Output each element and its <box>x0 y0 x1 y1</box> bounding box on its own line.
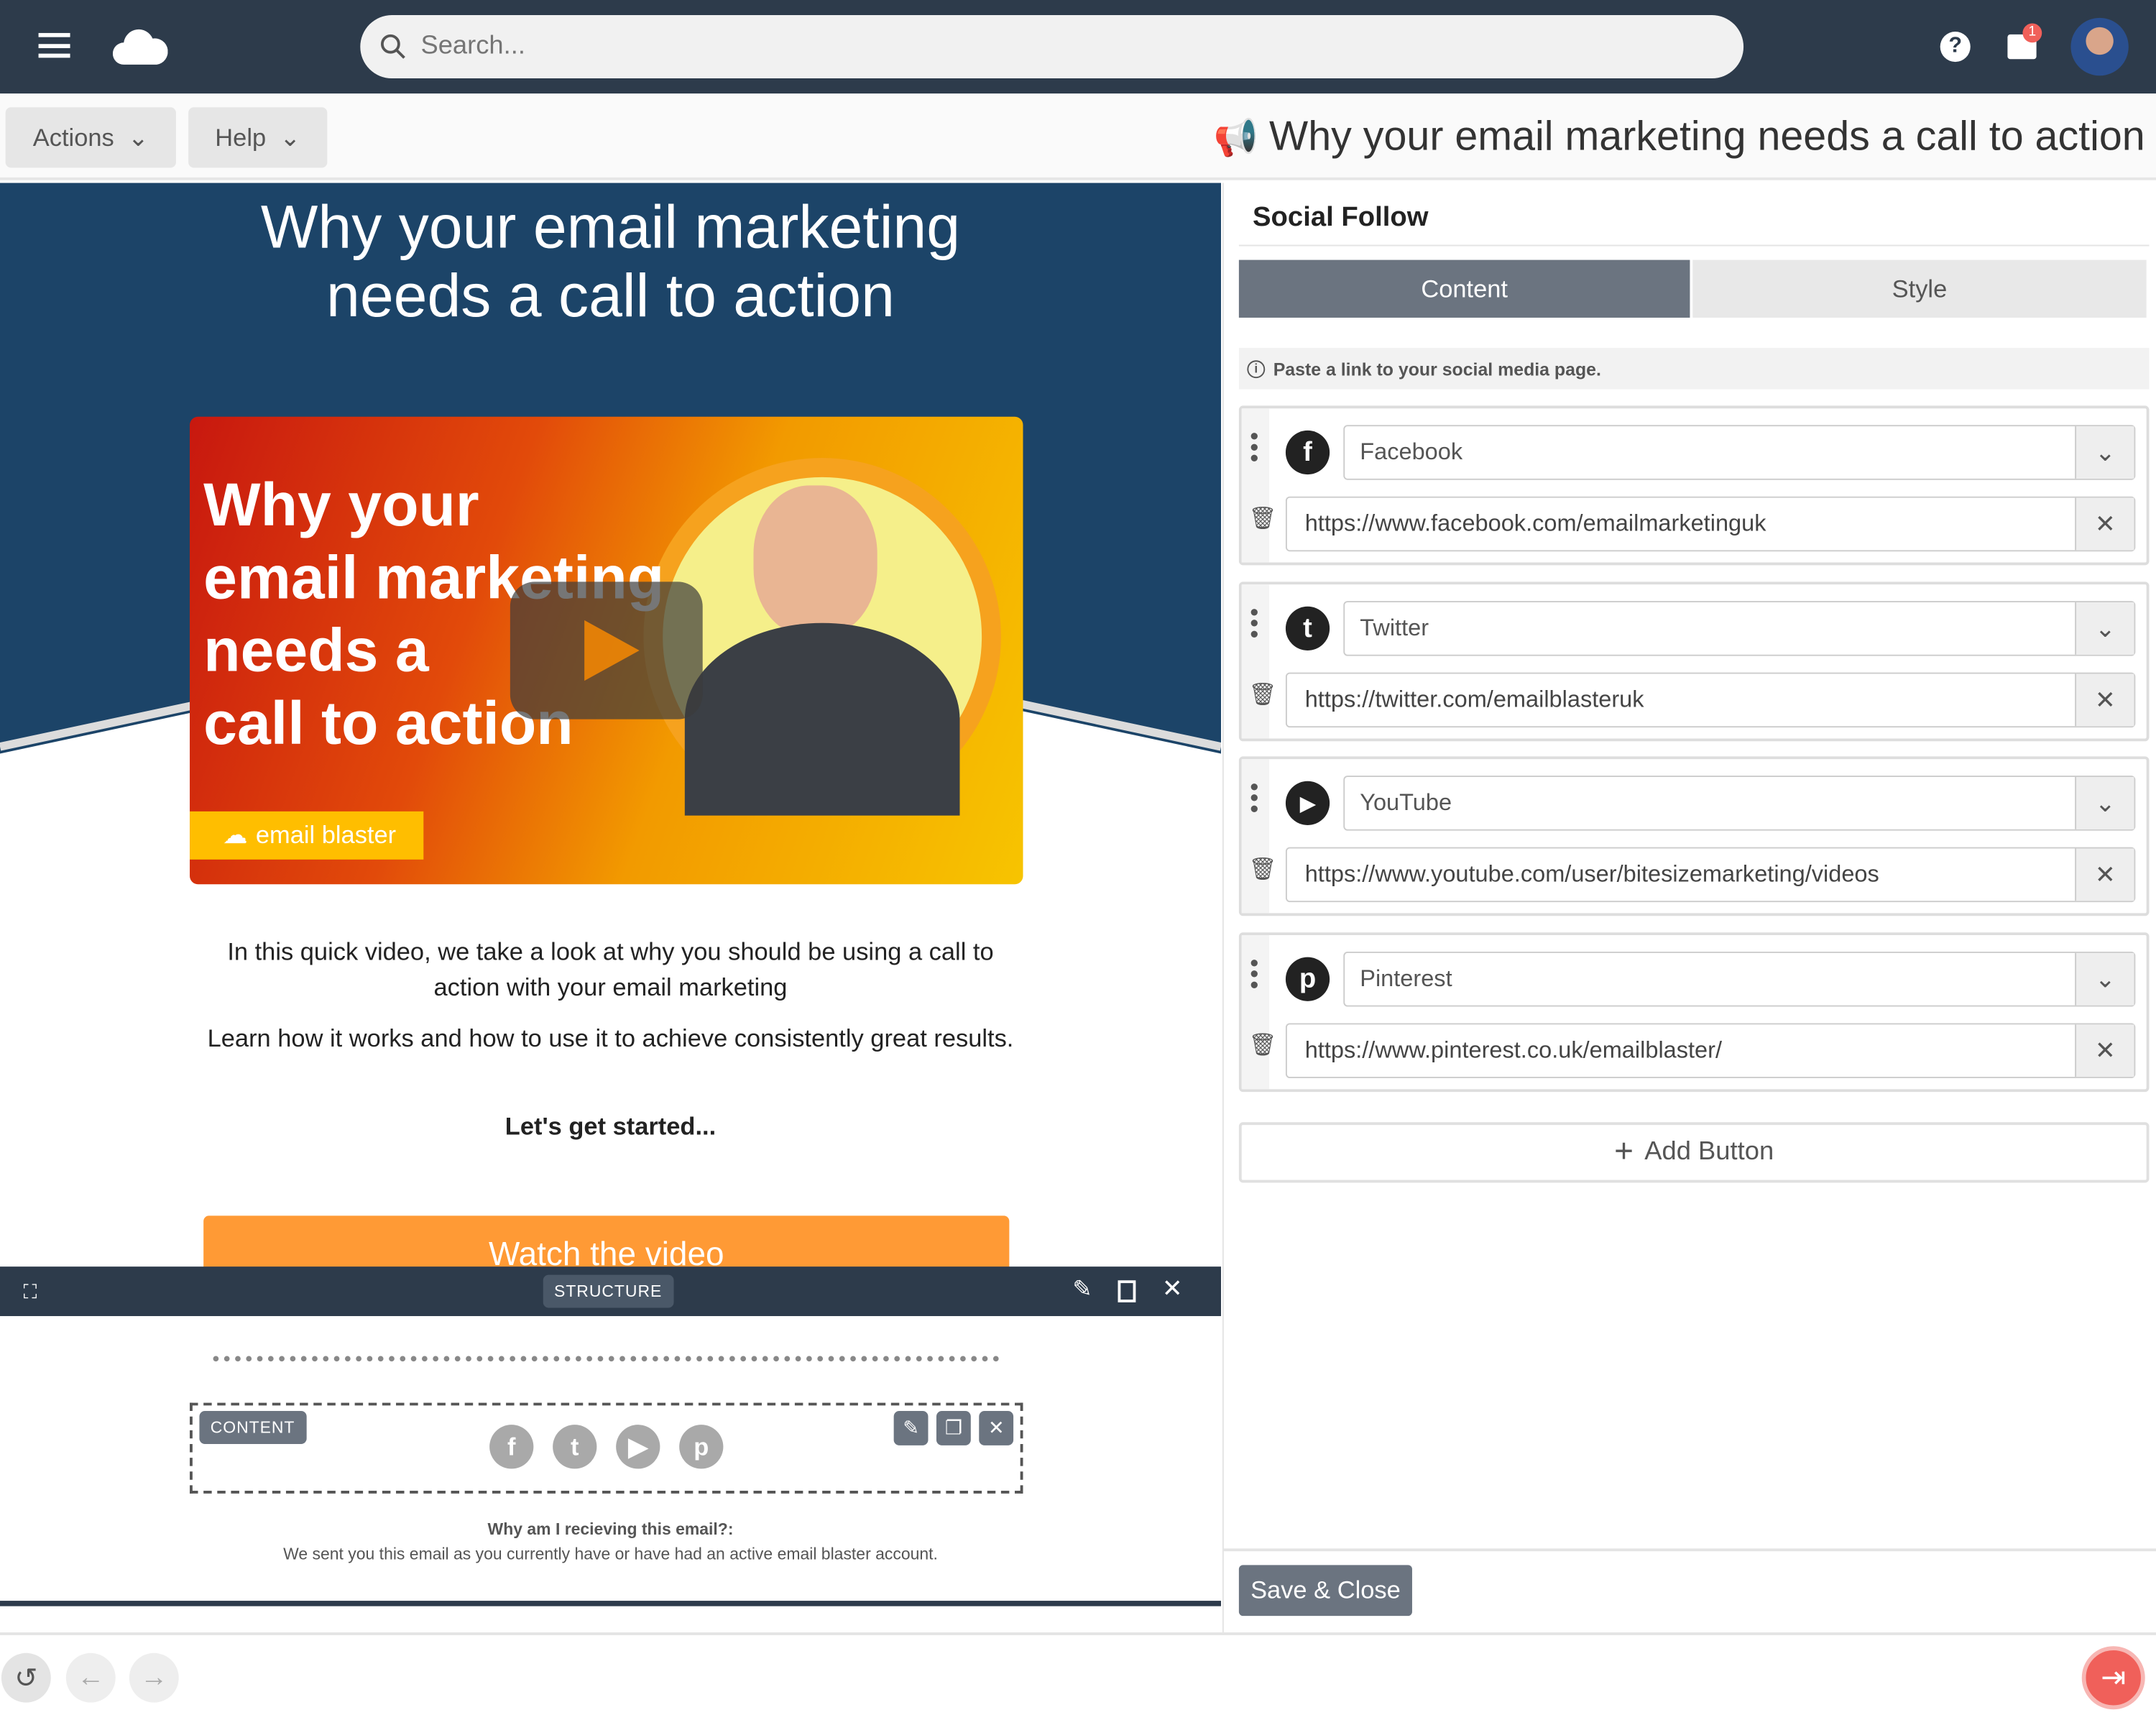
watch-video-button[interactable]: Watch the video <box>203 1215 1010 1271</box>
social-follow-block[interactable]: CONTENT f t ▶ p ✎ ❐ ✕ <box>190 1402 1023 1494</box>
social-item-twitter: • • • 🗑 t Twitter ⌄ https://twitter.com/emai… <box>1238 581 2150 742</box>
chevron-down-icon[interactable]: ⌄ <box>2075 602 2134 655</box>
delete-block-icon[interactable]: ✕ <box>979 1411 1014 1445</box>
brand-tag: ☁ email blaster <box>190 811 424 860</box>
expand-icon[interactable]: ⛶ <box>24 1280 37 1304</box>
cloud-logo-icon[interactable] <box>112 27 168 66</box>
url-input[interactable]: https://twitter.com/emailblasteruk ✕ <box>1285 672 2136 728</box>
url-input[interactable]: https://www.pinterest.co.uk/emailblaster… <box>1285 1023 2136 1079</box>
clear-icon[interactable]: ✕ <box>2075 673 2134 727</box>
undo-icon[interactable]: ← <box>65 1652 116 1703</box>
clear-icon[interactable]: ✕ <box>2075 497 2134 551</box>
footer-text: We sent you this email as you currently … <box>283 1544 938 1564</box>
url-input[interactable]: https://www.youtube.com/user/bitesizemar… <box>1285 847 2136 903</box>
trash-icon[interactable]: 🗑 <box>1248 1031 1276 1059</box>
clear-icon[interactable]: ✕ <box>2075 848 2134 901</box>
intro-paragraph[interactable]: In this quick video, we take a look at w… <box>193 934 1028 1005</box>
divider-dots <box>213 1356 1000 1362</box>
trash-icon[interactable]: 🗑 <box>1248 681 1276 708</box>
info-bar: i Paste a link to your social media page. <box>1238 348 2150 390</box>
social-follow-panel: Social Follow Content Style i Paste a lin… <box>1222 183 2156 1633</box>
video-thumbnail[interactable]: Why your email marketing needs a call to ac… <box>190 416 1023 885</box>
tab-style[interactable]: Style <box>1692 259 2147 318</box>
exit-icon[interactable]: ⇥ <box>2081 1646 2145 1710</box>
social-item-facebook: • • • 🗑 f Facebook ⌄ https://www.facebook.co… <box>1238 405 2150 566</box>
toolbar: Actions ⌄ Help ⌄ 📢 Why your email marketing… <box>0 95 2156 180</box>
page-title-text: Why your email marketing needs a call to… <box>1269 114 2145 160</box>
menu-icon[interactable] <box>38 32 70 58</box>
drag-handle-icon[interactable]: • • • 🗑 <box>1241 759 1276 914</box>
bottom-bar: ↺ ← → ⇥ <box>0 1632 2156 1715</box>
trash-icon[interactable]: 🗑 <box>1248 855 1276 883</box>
drag-handle-icon[interactable]: • • • 🗑 <box>1241 584 1276 739</box>
page-title: 📢 Why your email marketing needs a call t… <box>1214 114 2145 161</box>
structure-toolbar: ⛶ STRUCTURE ✎ ✕ <box>0 1266 1222 1317</box>
actions-label: Actions <box>32 123 114 151</box>
network-select[interactable]: Facebook ⌄ <box>1343 425 2136 480</box>
social-item-youtube: • • • 🗑 ▶ YouTube ⌄ https://www.youtube.com/… <box>1238 756 2150 916</box>
url-input[interactable]: https://www.facebook.com/emailmarketingu… <box>1285 496 2136 552</box>
history-icon[interactable]: ↺ <box>1 1652 51 1703</box>
actions-menu-button[interactable]: Actions ⌄ <box>5 107 176 168</box>
pinterest-icon: p <box>1285 957 1330 1001</box>
info-icon: i <box>1247 359 1266 378</box>
help-icon[interactable]: ? <box>1940 32 1971 63</box>
panel-title: Social Follow <box>1253 202 1429 233</box>
facebook-icon[interactable]: f <box>489 1425 534 1469</box>
email-canvas: Why your email marketing needs a call to … <box>0 183 1222 1606</box>
youtube-icon: ▶ <box>1285 781 1330 825</box>
close-icon[interactable]: ✕ <box>1162 1275 1183 1304</box>
chevron-down-icon[interactable]: ⌄ <box>2075 426 2134 479</box>
redo-icon[interactable]: → <box>129 1652 179 1703</box>
plus-icon: + <box>1614 1133 1634 1171</box>
clear-icon[interactable]: ✕ <box>2075 1024 2134 1077</box>
trash-icon[interactable]: 🗑 <box>1248 505 1276 532</box>
network-select[interactable]: YouTube ⌄ <box>1343 776 2136 831</box>
email-heading[interactable]: Why your email marketing needs a call to … <box>0 194 1221 331</box>
duplicate-block-icon[interactable]: ❐ <box>936 1411 971 1445</box>
social-item-pinterest: • • • 🗑 p Pinterest ⌄ https://www.pinterest.… <box>1238 932 2150 1093</box>
tab-content[interactable]: Content <box>1238 259 1690 318</box>
network-select[interactable]: Pinterest ⌄ <box>1343 952 2136 1007</box>
megaphone-icon: 📢 <box>1213 116 1258 158</box>
pinterest-icon[interactable]: p <box>679 1425 724 1469</box>
help-menu-button[interactable]: Help ⌄ <box>188 107 328 168</box>
lets-get-started[interactable]: Let's get started... <box>193 1108 1028 1144</box>
chevron-down-icon: ⌄ <box>127 123 149 151</box>
content-label: CONTENT <box>199 1411 306 1444</box>
user-avatar[interactable] <box>2070 17 2129 76</box>
add-button[interactable]: + Add Button <box>1238 1122 2150 1183</box>
twitter-icon[interactable]: t <box>553 1425 597 1469</box>
drag-handle-icon[interactable]: • • • 🗑 <box>1241 935 1276 1090</box>
twitter-icon: t <box>1285 606 1330 650</box>
chevron-down-icon: ⌄ <box>280 123 301 151</box>
search-input[interactable] <box>420 32 1659 63</box>
facebook-icon: f <box>1285 430 1330 475</box>
footer-title: Why am I recieving this email?: <box>487 1519 734 1539</box>
notification-badge: 1 <box>2022 23 2042 43</box>
search-bar[interactable] <box>360 15 1744 79</box>
help-label: Help <box>215 123 267 151</box>
learn-paragraph[interactable]: Learn how it works and how to use it to … <box>193 1021 1028 1057</box>
edit-block-icon[interactable]: ✎ <box>893 1411 929 1445</box>
drag-handle-icon[interactable]: • • • 🗑 <box>1241 408 1276 563</box>
save-close-button[interactable]: Save & Close <box>1238 1565 1412 1617</box>
structure-label: STRUCTURE <box>543 1274 673 1308</box>
network-select[interactable]: Twitter ⌄ <box>1343 601 2136 656</box>
edit-icon[interactable]: ✎ <box>1072 1277 1092 1304</box>
chevron-down-icon[interactable]: ⌄ <box>2075 952 2134 1006</box>
search-icon <box>380 34 405 59</box>
duplicate-icon[interactable] <box>1118 1280 1136 1302</box>
youtube-icon[interactable]: ▶ <box>616 1425 660 1469</box>
canvas-bottom-border <box>0 1601 1222 1606</box>
top-nav-bar: ? 1 <box>0 0 2156 94</box>
chevron-down-icon[interactable]: ⌄ <box>2075 777 2134 829</box>
play-icon[interactable] <box>510 581 703 719</box>
cloud-icon: ☁ <box>222 821 248 849</box>
